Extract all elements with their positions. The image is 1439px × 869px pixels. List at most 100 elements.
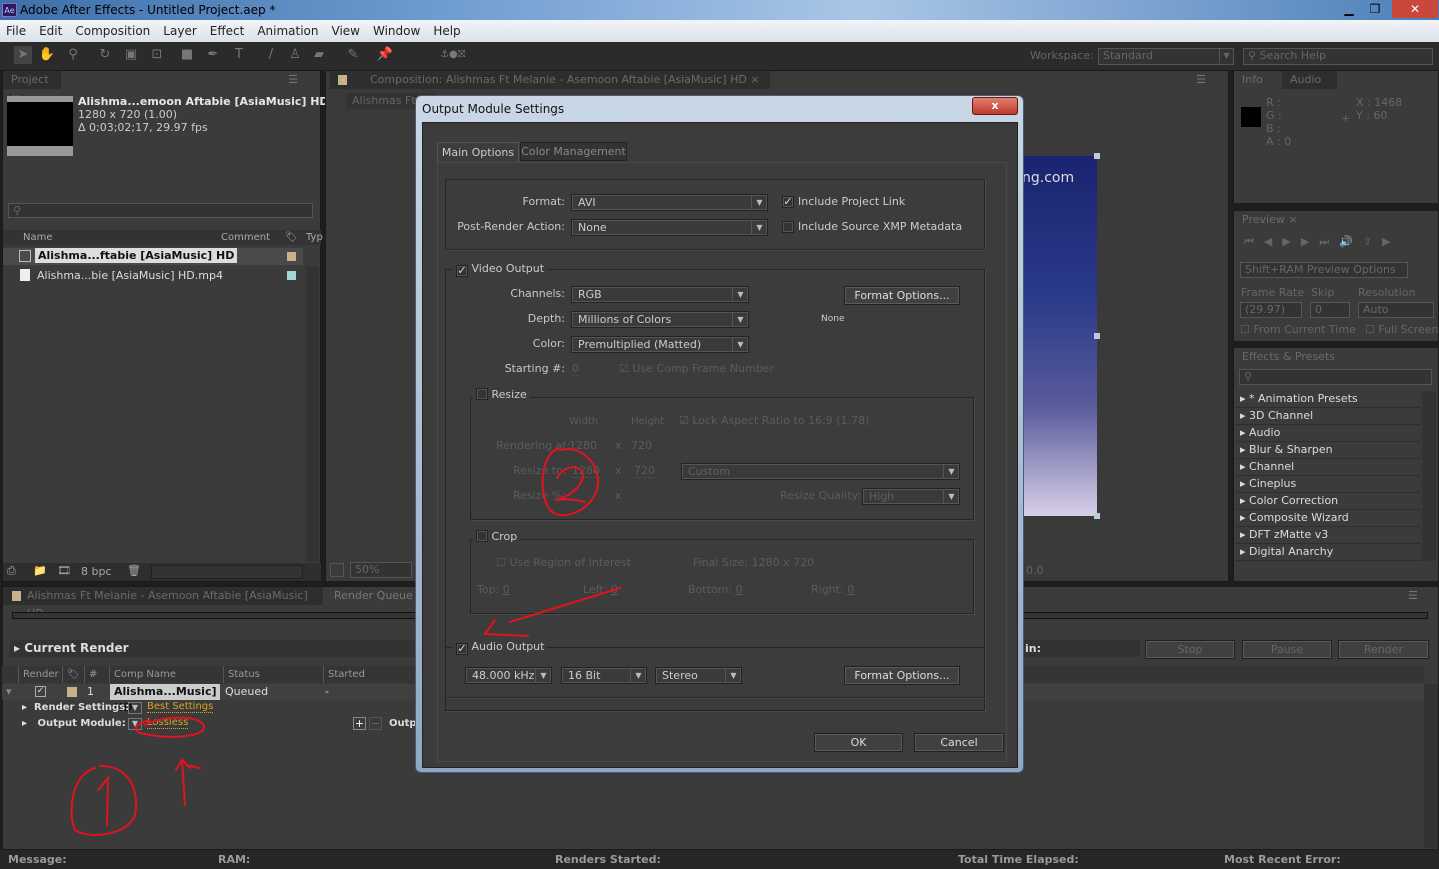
effects-item[interactable]: ▸ Composite Wizard [1236, 510, 1421, 527]
crop-checkbox[interactable]: Crop [473, 530, 521, 543]
use-roi-checkbox[interactable]: ☐ Use Region of Interest [496, 556, 631, 569]
camera-tool-icon[interactable]: ▣ [122, 46, 140, 64]
layer-handle[interactable] [1094, 513, 1100, 519]
effects-item[interactable]: ▸ Color Correction [1236, 493, 1421, 510]
tab-preview[interactable]: Preview × [1234, 211, 1298, 229]
preview-controls[interactable]: ⏮◀▶▶⏭🔊⇪▶ [1244, 235, 1401, 249]
item-title[interactable]: Alishma...emoon Aftabie [AsiaMusic] HD ▾ [78, 95, 338, 108]
minimize-button[interactable]: ▁ [1336, 0, 1362, 18]
resize-width-field[interactable]: 1280 [572, 464, 600, 478]
tab-main-options[interactable]: Main Options [437, 142, 519, 162]
ram-preview-options-dropdown[interactable]: Shift+RAM Preview Options [1240, 262, 1408, 278]
post-render-dropdown[interactable]: None ▼ [571, 219, 768, 236]
color-dropdown[interactable]: Premultiplied (Matted) ▼ [571, 336, 749, 353]
effects-item[interactable]: ▸ Channel [1236, 459, 1421, 476]
render-queue-scrollbar[interactable] [1424, 684, 1438, 848]
resize-quality-dropdown[interactable]: High ▼ [862, 488, 960, 505]
skip-dropdown[interactable]: 0 [1310, 302, 1350, 318]
crop-left[interactable]: Left: 0 [583, 583, 618, 596]
col-name[interactable]: Name [23, 230, 53, 245]
crop-top[interactable]: Top: 0 [477, 583, 510, 596]
audio-channels-dropdown[interactable]: Stereo ▼ [655, 667, 742, 684]
add-output-module-button[interactable]: + [353, 717, 366, 730]
brush-tool-icon[interactable]: / [262, 46, 280, 64]
bit-depth-dropdown[interactable]: 16 Bit ▼ [561, 667, 647, 684]
channels-dropdown[interactable]: RGB ▼ [571, 286, 749, 303]
sample-rate-dropdown[interactable]: 48.000 kHz ▼ [465, 667, 552, 684]
from-current-time-checkbox[interactable]: ☐ From Current Time [1240, 323, 1356, 336]
tab-audio[interactable]: Audio [1282, 71, 1337, 89]
render-button[interactable]: Render [1338, 640, 1429, 659]
output-module-link[interactable]: Lossless [147, 717, 189, 729]
region-icon[interactable] [330, 563, 344, 577]
selection-tool-icon[interactable]: ➤ [14, 46, 32, 64]
col-started[interactable]: Started [323, 666, 365, 683]
horizontal-scrollbar[interactable] [151, 565, 303, 579]
type-tool-icon[interactable]: T [230, 46, 248, 64]
render-settings-dropdown[interactable]: ▼ [128, 702, 142, 714]
trash-icon[interactable]: 🗑 [127, 564, 141, 577]
panel-menu-icon[interactable]: ☰ [1408, 589, 1418, 602]
rotate-tool-icon[interactable]: ↻ [96, 46, 114, 64]
format-dropdown[interactable]: AVI ▼ [571, 194, 768, 211]
col-comment[interactable]: Comment [221, 230, 270, 245]
cancel-button[interactable]: Cancel [914, 733, 1004, 752]
frame-rate-dropdown[interactable]: (29.97) [1240, 302, 1302, 318]
timecode[interactable]: 0.0 [1026, 564, 1044, 577]
effects-search-input[interactable]: ⚲ [1239, 369, 1432, 385]
crop-right[interactable]: Right: 0 [811, 583, 854, 596]
effects-item[interactable]: ▸ * Animation Presets [1236, 391, 1421, 408]
menu-layer[interactable]: Layer [163, 24, 196, 38]
use-comp-frame-checkbox[interactable]: ☑ Use Comp Frame Number [619, 362, 774, 375]
video-output-checkbox[interactable]: ✓ Video Output [453, 262, 548, 277]
shape-tool-icon[interactable]: ■ [178, 46, 196, 64]
menu-window[interactable]: Window [373, 24, 420, 38]
col-comp-name[interactable]: Comp Name [109, 666, 176, 683]
menu-file[interactable]: File [6, 24, 26, 38]
dialog-close-button[interactable]: x [972, 97, 1018, 115]
include-project-link-checkbox[interactable]: ✓ [782, 196, 794, 208]
search-help-input[interactable]: ⚲ Search Help [1243, 48, 1433, 65]
effects-item[interactable]: ▸ Cineplus [1236, 476, 1421, 493]
zoom-tool-icon[interactable]: ⚲ [64, 46, 82, 64]
pen-tool-icon[interactable]: ✒ [204, 46, 222, 64]
resize-preset-dropdown[interactable]: Custom ▼ [681, 463, 960, 480]
menu-composition[interactable]: Composition [75, 24, 150, 38]
full-screen-checkbox[interactable]: ☐ Full Screen [1365, 323, 1438, 336]
tab-comp-timeline[interactable]: Alishmas Ft Melanie - Asemoon Aftabie [A… [3, 587, 323, 620]
col-type[interactable]: Typ [306, 230, 323, 245]
pause-button[interactable]: Pause [1242, 640, 1332, 659]
maximize-button[interactable]: ❐ [1362, 0, 1388, 18]
tab-effects-presets[interactable]: Effects & Presets × [1234, 348, 1346, 381]
remove-output-module-button[interactable]: − [369, 717, 382, 730]
crop-bottom[interactable]: Bottom: 0 [688, 583, 743, 596]
bpc-toggle[interactable]: 8 bpc [81, 565, 112, 578]
tab-color-management[interactable]: Color Management [520, 142, 627, 161]
resize-checkbox[interactable]: Resize [473, 388, 530, 401]
video-format-options-button[interactable]: Format Options... [844, 286, 960, 305]
label-tag-icon[interactable]: 🏷 [285, 230, 298, 245]
col-render[interactable]: Render [18, 666, 59, 683]
lock-aspect-checkbox[interactable]: ☑ Lock Aspect Ratio to 16:9 (1.78) [679, 414, 869, 427]
workspace-dropdown[interactable]: Standard ▼ [1098, 48, 1234, 65]
render-settings-link[interactable]: Best Settings [147, 701, 214, 713]
output-module-dropdown[interactable]: ▼ [128, 718, 142, 730]
tab-project[interactable]: Project × [3, 71, 61, 104]
menu-edit[interactable]: Edit [39, 24, 62, 38]
panel-menu-icon[interactable]: ☰ [288, 73, 298, 86]
project-scrollbar[interactable] [306, 266, 319, 562]
puppet-pin-tool-icon[interactable]: 📌 [376, 46, 394, 64]
roto-brush-tool-icon[interactable]: ✎ [344, 46, 362, 64]
render-checkbox[interactable]: ✓ [35, 686, 46, 697]
starting-number-field[interactable]: 0 [572, 362, 579, 376]
panel-menu-icon[interactable]: ☰ [1196, 73, 1206, 86]
depth-dropdown[interactable]: Millions of Colors ▼ [571, 311, 749, 328]
tab-info[interactable]: Info [1234, 71, 1280, 89]
expand-icon[interactable]: ▾ [6, 685, 12, 698]
magnification-dropdown[interactable]: 50% [350, 562, 412, 578]
hand-tool-icon[interactable]: ✋ [38, 46, 56, 64]
tab-composition[interactable]: Composition: Alishmas Ft Melanie - Asemo… [330, 71, 770, 89]
project-item-row[interactable]: Alishma...ftabie [AsiaMusic] HD [3, 248, 303, 265]
label-tag-icon[interactable]: 🏷 [62, 666, 80, 683]
effects-item[interactable]: ▸ Digital Anarchy [1236, 544, 1421, 561]
